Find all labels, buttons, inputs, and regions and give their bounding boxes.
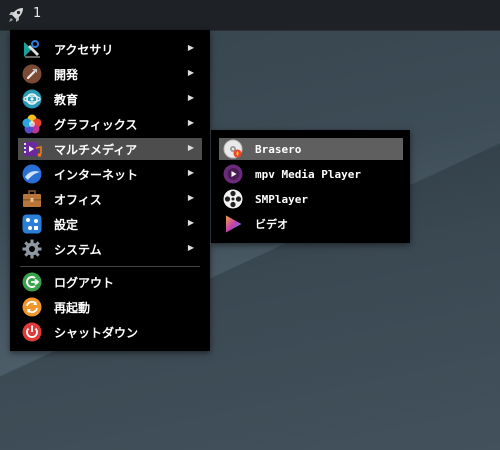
submenu-item-mpv[interactable]: mpv Media Player: [219, 163, 403, 185]
menu-item-label: ログアウト: [54, 275, 115, 290]
menu-item-label: グラフィックス: [54, 117, 138, 132]
office-icon: [22, 189, 42, 209]
internet-icon: [22, 164, 42, 184]
menu-item-multimedia[interactable]: マルチメディア ▶: [18, 138, 202, 160]
top-panel: 1: [0, 0, 500, 31]
submenu-item-video[interactable]: ビデオ: [219, 213, 403, 235]
smplayer-icon: [223, 189, 243, 209]
submenu-arrow-icon: ▶: [187, 243, 194, 252]
logout-icon: [22, 272, 42, 292]
education-icon: [22, 89, 42, 109]
submenu-item-label: ビデオ: [255, 218, 288, 231]
menu-item-internet[interactable]: インターネット ▶: [18, 163, 202, 185]
menu-item-education[interactable]: 教育 ▶: [18, 88, 202, 110]
menu-item-label: システム: [54, 242, 102, 257]
menu-separator: [20, 266, 200, 267]
mpv-icon: [223, 164, 243, 184]
menu-item-logout[interactable]: ログアウト: [18, 271, 202, 293]
menu-item-settings[interactable]: 設定 ▶: [18, 213, 202, 235]
menu-item-label: 再起動: [54, 300, 91, 315]
menu-item-shutdown[interactable]: シャットダウン: [18, 321, 202, 343]
shutdown-icon: [22, 322, 42, 342]
submenu-arrow-icon: ▶: [187, 43, 194, 52]
submenu-item-brasero[interactable]: Brasero: [219, 138, 403, 160]
restart-icon: [22, 297, 42, 317]
menu-item-label: 開発: [54, 67, 79, 82]
submenu-item-label: mpv Media Player: [255, 167, 361, 181]
menu-item-accessories[interactable]: アクセサリ ▶: [18, 38, 202, 60]
submenu-arrow-icon: ▶: [187, 193, 194, 202]
application-menu: アクセサリ ▶ 開発 ▶ 教育 ▶ グラフィックス ▶ マルチメディア ▶ イン…: [10, 30, 210, 351]
menu-item-office[interactable]: オフィス ▶: [18, 188, 202, 210]
submenu-arrow-icon: ▶: [187, 118, 194, 127]
menu-item-label: マルチメディア: [54, 142, 138, 157]
submenu-arrow-icon: ▶: [187, 218, 194, 227]
development-icon: [22, 64, 42, 84]
workspace-indicator[interactable]: 1: [33, 6, 41, 21]
submenu-arrow-icon: ▶: [187, 143, 194, 152]
menu-item-restart[interactable]: 再起動: [18, 296, 202, 318]
submenu-item-label: Brasero: [255, 142, 302, 156]
menu-item-label: オフィス: [54, 192, 102, 207]
multimedia-icon: [22, 139, 42, 159]
submenu-arrow-icon: ▶: [187, 68, 194, 77]
submenu-arrow-icon: ▶: [187, 168, 194, 177]
submenu-item-label: SMPlayer: [255, 192, 308, 206]
menu-item-label: 教育: [54, 92, 79, 107]
menu-item-graphics[interactable]: グラフィックス ▶: [18, 113, 202, 135]
submenu-arrow-icon: ▶: [187, 93, 194, 102]
menu-item-label: アクセサリ: [54, 42, 114, 57]
accessories-icon: [22, 39, 42, 59]
menu-item-label: インターネット: [54, 167, 139, 182]
settings-icon: [22, 214, 42, 234]
menu-item-label: シャットダウン: [54, 325, 139, 340]
menu-item-development[interactable]: 開発 ▶: [18, 63, 202, 85]
video-icon: [223, 214, 243, 234]
multimedia-submenu: Brasero mpv Media Player SMPlayer ビデオ: [211, 130, 410, 243]
system-icon: [22, 239, 42, 259]
brasero-icon: [223, 139, 243, 159]
menu-item-system[interactable]: システム ▶: [18, 238, 202, 260]
menu-item-label: 設定: [54, 217, 79, 232]
rocket-icon[interactable]: [4, 3, 28, 27]
submenu-item-smplayer[interactable]: SMPlayer: [219, 188, 403, 210]
graphics-icon: [22, 114, 42, 134]
